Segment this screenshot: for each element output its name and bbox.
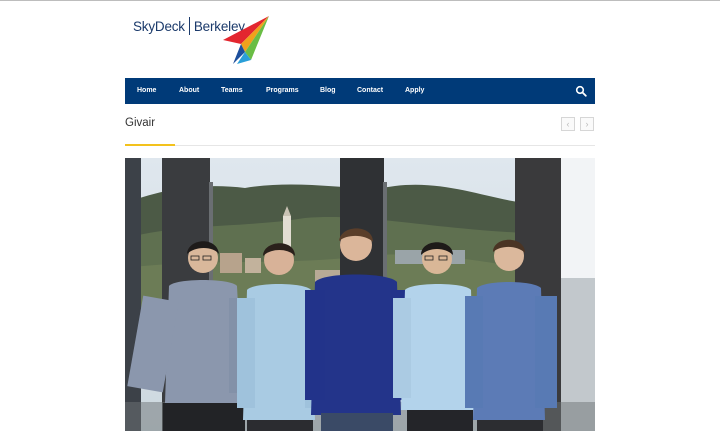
next-arrow-button[interactable]: ›	[580, 117, 594, 131]
title-accent-underline	[125, 144, 175, 146]
nav-item-home[interactable]: Home	[137, 78, 156, 104]
page-title: Givair	[125, 117, 156, 129]
nav-item-teams[interactable]: Teams	[221, 78, 243, 104]
main-nav: Home About Teams Programs Blog Contact A…	[125, 78, 595, 104]
nav-item-programs[interactable]: Programs	[266, 78, 299, 104]
search-icon[interactable]	[575, 85, 587, 97]
nav-item-about[interactable]: About	[179, 78, 199, 104]
logo-text-skydeck: SkyDeck	[133, 19, 185, 34]
chevron-left-icon: ‹	[566, 119, 570, 129]
skydeck-berkeley-logo[interactable]: SkyDeck Berkeley	[133, 13, 283, 65]
title-divider	[175, 145, 595, 146]
prev-arrow-button[interactable]: ‹	[561, 117, 575, 131]
nav-item-contact[interactable]: Contact	[357, 78, 383, 104]
chevron-right-icon: ›	[585, 119, 589, 129]
nav-item-apply[interactable]: Apply	[405, 78, 424, 104]
paper-plane-logo-icon	[223, 16, 269, 64]
team-photo	[125, 158, 595, 431]
nav-item-blog[interactable]: Blog	[320, 78, 336, 104]
logo-separator	[188, 17, 190, 35]
top-border	[0, 0, 720, 1]
